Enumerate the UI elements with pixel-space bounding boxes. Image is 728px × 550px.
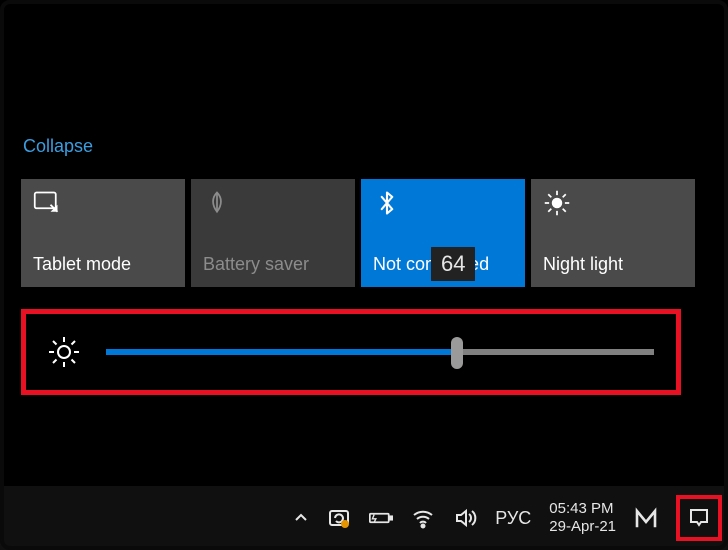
ime-indicator[interactable]: РУС <box>495 508 531 529</box>
leaf-icon <box>203 189 231 217</box>
tile-bluetooth[interactable]: Not connected 64 <box>361 179 525 287</box>
brightness-slider[interactable] <box>106 349 654 355</box>
tile-label: Battery saver <box>203 254 309 275</box>
brightness-icon <box>48 336 80 368</box>
collapse-link[interactable]: Collapse <box>23 136 707 157</box>
clock-time: 05:43 PM <box>549 500 616 518</box>
taskbar-tray: РУС 05:43 PM 29-Apr-21 <box>0 486 728 550</box>
battery-icon[interactable] <box>369 506 393 530</box>
quick-action-tiles: Tablet mode Battery saver Not connected … <box>21 179 707 287</box>
m-logo-icon[interactable] <box>634 506 658 530</box>
chevron-up-icon[interactable] <box>293 510 309 526</box>
wifi-icon[interactable] <box>411 506 435 530</box>
night-light-icon <box>543 189 571 217</box>
volume-icon[interactable] <box>453 506 477 530</box>
tile-night-light[interactable]: Night light <box>531 179 695 287</box>
slider-track-fill <box>106 349 457 355</box>
clock-date: 29-Apr-21 <box>549 518 616 536</box>
bluetooth-icon <box>373 189 401 217</box>
tile-label: Night light <box>543 254 623 275</box>
brightness-tooltip: 64 <box>431 247 475 281</box>
clock[interactable]: 05:43 PM 29-Apr-21 <box>549 500 616 536</box>
action-center-icon[interactable] <box>676 495 722 541</box>
tablet-icon <box>33 189 61 217</box>
action-center-panel: Collapse Tablet mode Battery saver <box>21 136 707 395</box>
tile-battery-saver[interactable]: Battery saver <box>191 179 355 287</box>
sync-icon[interactable] <box>327 506 351 530</box>
tile-tablet-mode[interactable]: Tablet mode <box>21 179 185 287</box>
brightness-slider-row <box>21 309 681 395</box>
slider-thumb[interactable] <box>451 337 463 369</box>
tile-label: Tablet mode <box>33 254 131 275</box>
